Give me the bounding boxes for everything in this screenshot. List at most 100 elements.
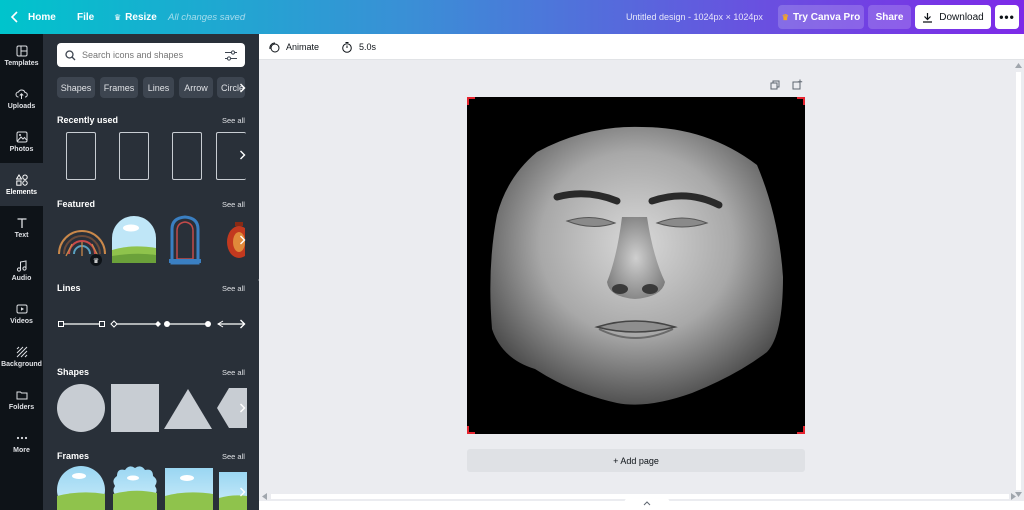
rail-item-templates[interactable]: Templates: [0, 34, 43, 77]
chip-shapes[interactable]: Shapes: [57, 77, 95, 98]
frames-next-button[interactable]: [235, 482, 249, 502]
bottom-bar: [259, 496, 1024, 510]
folder-icon: [16, 391, 27, 399]
see-all-recently-used[interactable]: See all: [222, 116, 245, 125]
elements-panel: Shapes Frames Lines Arrow Circle Recentl…: [43, 34, 259, 510]
scroll-up-icon[interactable]: [1015, 63, 1022, 68]
scroll-right-icon[interactable]: [1011, 493, 1016, 500]
search-icon: [65, 49, 76, 60]
add-page-button[interactable]: + Add page: [467, 449, 805, 472]
filter-sliders-icon[interactable]: [225, 49, 237, 61]
crown-icon: ♛: [781, 12, 789, 22]
recent-rectangle-element[interactable]: [66, 132, 96, 180]
templates-icon: [16, 45, 27, 56]
save-status: All changes saved: [168, 11, 246, 23]
download-button[interactable]: Download: [915, 5, 991, 29]
rail-label: Videos: [10, 317, 33, 325]
chevron-up-icon: [643, 500, 651, 505]
lines-next-button[interactable]: [235, 314, 249, 334]
selection-corner[interactable]: [797, 426, 805, 434]
vertical-scrollbar[interactable]: [1013, 60, 1024, 500]
featured-arch-landscape[interactable]: [111, 216, 157, 264]
chip-frames[interactable]: Frames: [100, 77, 138, 98]
chip-arrow[interactable]: Arrow: [179, 77, 213, 98]
rail-label: Templates: [4, 59, 39, 67]
chip-lines[interactable]: Lines: [143, 77, 174, 98]
shape-circle[interactable]: [57, 384, 105, 432]
resize-label: Resize: [125, 11, 157, 23]
chips-next-button[interactable]: [235, 78, 249, 98]
resize-button[interactable]: ♛ Resize: [114, 0, 157, 34]
see-all-shapes[interactable]: See all: [222, 368, 245, 377]
share-button[interactable]: Share: [868, 5, 911, 29]
selection-corner[interactable]: [467, 97, 475, 105]
rail-label: Photos: [9, 145, 34, 153]
recent-rectangle-element[interactable]: [172, 132, 202, 180]
scrollbar-track: [1016, 72, 1021, 490]
rail-item-photos[interactable]: Photos: [0, 120, 43, 163]
shapes-next-button[interactable]: [235, 398, 249, 418]
duplicate-page-icon[interactable]: [770, 80, 780, 90]
section-title-shapes: Shapes: [57, 367, 90, 377]
home-button[interactable]: Home: [10, 0, 56, 34]
file-menu-button[interactable]: File: [77, 0, 94, 34]
lines-row: [58, 320, 245, 328]
line-dot-endpoints[interactable]: [164, 321, 211, 327]
animate-button[interactable]: Animate: [268, 34, 319, 60]
see-all-frames[interactable]: See all: [222, 452, 245, 461]
selection-corner[interactable]: [467, 426, 475, 434]
rail-label: More: [13, 446, 30, 454]
frame-square[interactable]: [165, 468, 213, 510]
rail-label: Elements: [5, 188, 38, 196]
rail-item-audio[interactable]: Audio: [0, 249, 43, 292]
text-t-icon: [17, 217, 26, 228]
recent-next-button[interactable]: [235, 145, 249, 165]
frame-circle[interactable]: [57, 466, 105, 510]
rail-item-videos[interactable]: Videos: [0, 292, 43, 335]
duration-button[interactable]: 5.0s: [341, 34, 376, 60]
more-options-button[interactable]: •••: [995, 5, 1019, 29]
rail-item-text[interactable]: Text: [0, 206, 43, 249]
face-image[interactable]: [467, 97, 805, 434]
design-page[interactable]: [467, 97, 805, 434]
featured-rainbow-arcs[interactable]: ♛: [56, 218, 108, 266]
animate-label: Animate: [286, 42, 320, 52]
canvas-toolbar: Animate 5.0s: [259, 34, 1024, 60]
rail-label: Folders: [8, 403, 35, 411]
rail-item-more[interactable]: More: [0, 421, 43, 464]
notes-toggle-button[interactable]: [624, 496, 670, 510]
rail-item-elements[interactable]: Elements: [0, 163, 43, 206]
shape-triangle[interactable]: [164, 389, 212, 429]
chevron-left-icon: [10, 11, 18, 23]
rail-item-uploads[interactable]: Uploads: [0, 77, 43, 120]
download-label: Download: [939, 11, 984, 23]
section-title-featured: Featured: [57, 199, 96, 209]
frame-scalloped[interactable]: [113, 466, 157, 510]
crown-icon: ♛: [114, 12, 122, 22]
chevron-right-icon: [239, 487, 245, 497]
featured-ornate-frame[interactable]: [168, 215, 202, 265]
search-input[interactable]: [82, 50, 212, 60]
selection-corner[interactable]: [797, 97, 805, 105]
shape-square[interactable]: [111, 384, 159, 432]
search-box[interactable]: [57, 43, 245, 67]
rail-item-folders[interactable]: Folders: [0, 378, 43, 421]
try-canva-pro-button[interactable]: ♛ Try Canva Pro: [778, 5, 864, 29]
chevron-right-icon: [239, 235, 245, 245]
line-diamond-endpoints[interactable]: [110, 320, 161, 328]
rail-item-background[interactable]: Background: [0, 335, 43, 378]
document-title[interactable]: Untitled design - 1024px × 1024px: [626, 0, 763, 34]
see-all-lines[interactable]: See all: [222, 284, 245, 293]
see-all-featured[interactable]: See all: [222, 200, 245, 209]
featured-next-button[interactable]: [235, 230, 249, 250]
scroll-left-icon[interactable]: [262, 493, 267, 500]
recent-rectangle-element[interactable]: [119, 132, 149, 180]
chevron-right-icon: [239, 150, 245, 160]
animate-icon: [269, 42, 280, 53]
home-label: Home: [28, 11, 56, 23]
add-page-icon[interactable]: [792, 79, 803, 90]
timer-icon: [342, 42, 352, 53]
try-pro-label: Try Canva Pro: [792, 11, 861, 23]
image-icon: [16, 131, 27, 142]
line-square-endpoints[interactable]: [58, 321, 105, 327]
